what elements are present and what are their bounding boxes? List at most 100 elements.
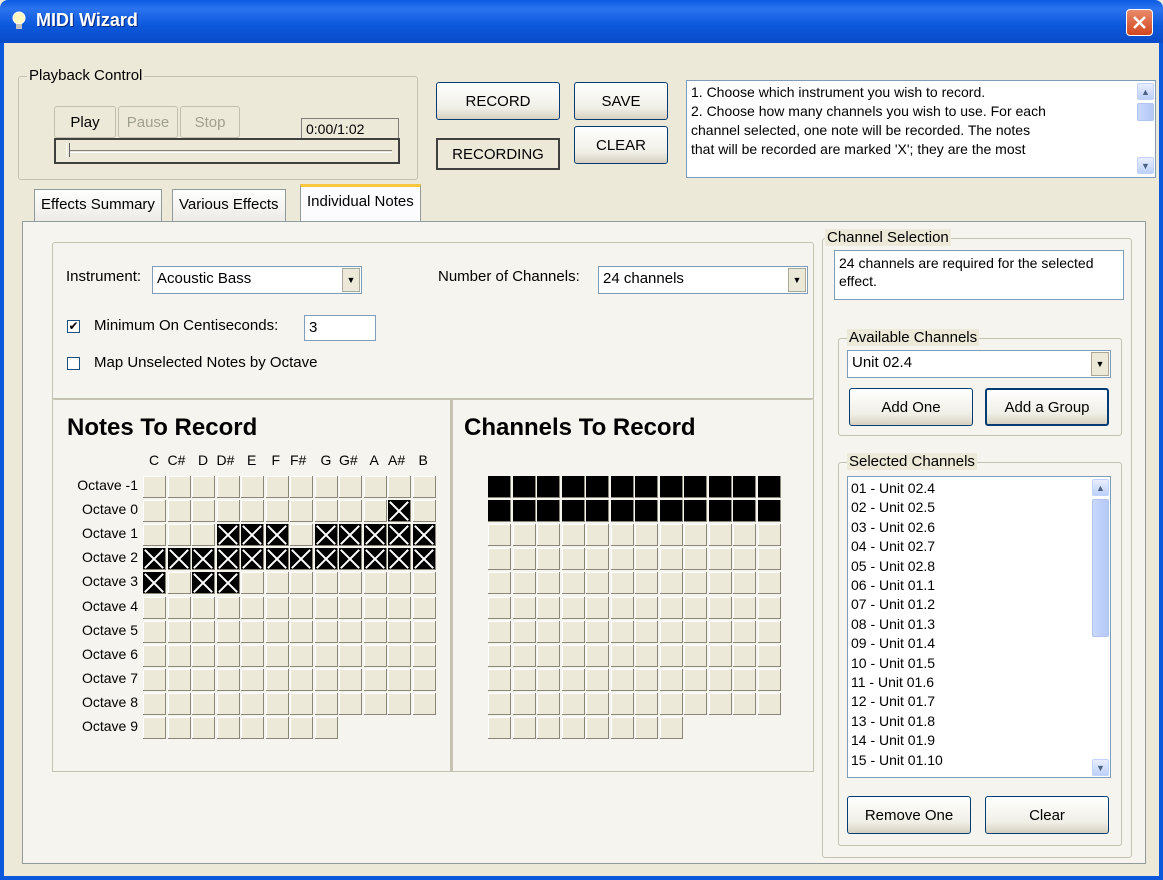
note-cell[interactable] — [241, 596, 264, 619]
note-cell[interactable] — [216, 644, 240, 667]
available-channels-select[interactable]: Unit 02.4 ▼ — [847, 350, 1111, 378]
note-cell[interactable] — [241, 668, 264, 691]
note-cell[interactable] — [339, 524, 362, 547]
chevron-down-icon[interactable]: ▼ — [1091, 352, 1109, 376]
note-cell[interactable] — [143, 524, 166, 547]
tab-various-effects[interactable]: Various Effects — [172, 189, 286, 221]
note-cell[interactable] — [412, 500, 436, 523]
note-cell[interactable] — [143, 500, 166, 523]
note-cell[interactable] — [290, 548, 313, 571]
playback-slider[interactable] — [54, 138, 400, 164]
list-item[interactable]: 12 - Unit 01.7 — [851, 693, 935, 709]
note-cell[interactable] — [314, 644, 338, 667]
note-cell[interactable] — [314, 524, 338, 547]
note-cell[interactable] — [290, 668, 313, 691]
list-item[interactable]: 11 - Unit 01.6 — [851, 674, 934, 690]
note-cell[interactable] — [192, 644, 215, 667]
stop-button[interactable]: Stop — [180, 106, 240, 138]
note-cell[interactable] — [314, 548, 338, 571]
note-cell[interactable] — [290, 476, 313, 498]
map-unselected-checkbox[interactable] — [67, 357, 80, 370]
note-cell[interactable] — [192, 572, 215, 595]
note-cell[interactable] — [241, 476, 264, 498]
note-cell[interactable] — [363, 500, 387, 523]
note-cell[interactable] — [388, 596, 411, 619]
note-cell[interactable] — [216, 524, 240, 547]
note-cell[interactable] — [339, 668, 362, 691]
note-cell[interactable] — [167, 476, 191, 498]
list-item[interactable]: 10 - Unit 01.5 — [851, 655, 935, 671]
note-cell[interactable] — [290, 692, 313, 715]
note-cell[interactable] — [192, 524, 215, 547]
note-cell[interactable] — [241, 692, 264, 715]
note-cell[interactable] — [314, 668, 338, 691]
note-cell[interactable] — [167, 644, 191, 667]
note-cell[interactable] — [265, 596, 289, 619]
title-bar[interactable] — [0, 0, 1163, 43]
note-cell[interactable] — [143, 548, 166, 571]
add-group-button[interactable]: Add a Group — [985, 388, 1109, 426]
note-cell[interactable] — [216, 572, 240, 595]
note-cell[interactable] — [290, 500, 313, 523]
note-cell[interactable] — [388, 548, 411, 571]
note-cell[interactable] — [412, 476, 436, 498]
note-cell[interactable] — [314, 620, 338, 643]
note-cell[interactable] — [412, 692, 436, 715]
instrument-select[interactable]: Acoustic Bass ▼ — [152, 266, 362, 294]
clear-button[interactable]: CLEAR — [574, 126, 668, 164]
note-cell[interactable] — [339, 644, 362, 667]
instructions-textarea[interactable]: 1. Choose which instrument you wish to r… — [686, 80, 1156, 178]
tab-individual-notes[interactable]: Individual Notes — [300, 184, 421, 222]
note-cell[interactable] — [339, 692, 362, 715]
note-cell[interactable] — [216, 476, 240, 498]
note-cell[interactable] — [363, 596, 387, 619]
note-cell[interactable] — [265, 668, 289, 691]
note-cell[interactable] — [143, 692, 166, 715]
scrollbar-thumb[interactable] — [1137, 103, 1154, 121]
note-cell[interactable] — [363, 548, 387, 571]
note-cell[interactable] — [265, 717, 289, 739]
note-cell[interactable] — [143, 596, 166, 619]
note-cell[interactable] — [143, 668, 166, 691]
scroll-up-arrow[interactable]: ▲ — [1092, 479, 1109, 496]
note-cell[interactable] — [216, 500, 240, 523]
note-cell[interactable] — [192, 548, 215, 571]
scroll-down-arrow[interactable]: ▼ — [1092, 759, 1109, 776]
clear-channels-button[interactable]: Clear — [985, 796, 1109, 834]
slider-thumb[interactable] — [66, 143, 70, 157]
note-cell[interactable] — [192, 500, 215, 523]
channels-select[interactable]: 24 channels ▼ — [598, 266, 808, 294]
note-cell[interactable] — [192, 596, 215, 619]
note-cell[interactable] — [241, 572, 264, 595]
min-on-checkbox[interactable]: ✔ — [67, 320, 80, 333]
note-cell[interactable] — [265, 620, 289, 643]
list-item[interactable]: 14 - Unit 01.9 — [851, 732, 935, 748]
note-cell[interactable] — [167, 548, 191, 571]
note-cell[interactable] — [241, 717, 264, 739]
selected-channels-list[interactable]: ▲ ▼ 01 - Unit 02.4 02 - Unit 02.5 03 - Uni… — [847, 476, 1111, 778]
note-cell[interactable] — [314, 692, 338, 715]
note-cell[interactable] — [216, 692, 240, 715]
note-cell[interactable] — [388, 692, 411, 715]
note-cell[interactable] — [412, 596, 436, 619]
note-cell[interactable] — [241, 644, 264, 667]
note-cell[interactable] — [363, 524, 387, 547]
scroll-up-arrow[interactable]: ▲ — [1137, 83, 1154, 100]
note-cell[interactable] — [314, 500, 338, 523]
note-cell[interactable] — [290, 596, 313, 619]
note-cell[interactable] — [412, 548, 436, 571]
record-button[interactable]: RECORD — [436, 82, 560, 120]
note-cell[interactable] — [314, 717, 338, 739]
chevron-down-icon[interactable]: ▼ — [788, 268, 806, 292]
note-cell[interactable] — [167, 620, 191, 643]
note-cell[interactable] — [216, 717, 240, 739]
save-button[interactable]: SAVE — [574, 82, 668, 120]
note-cell[interactable] — [265, 692, 289, 715]
note-cell[interactable] — [265, 476, 289, 498]
chevron-down-icon[interactable]: ▼ — [342, 268, 360, 292]
note-cell[interactable] — [192, 668, 215, 691]
note-cell[interactable] — [265, 572, 289, 595]
note-cell[interactable] — [339, 620, 362, 643]
note-cell[interactable] — [216, 596, 240, 619]
note-cell[interactable] — [363, 476, 387, 498]
